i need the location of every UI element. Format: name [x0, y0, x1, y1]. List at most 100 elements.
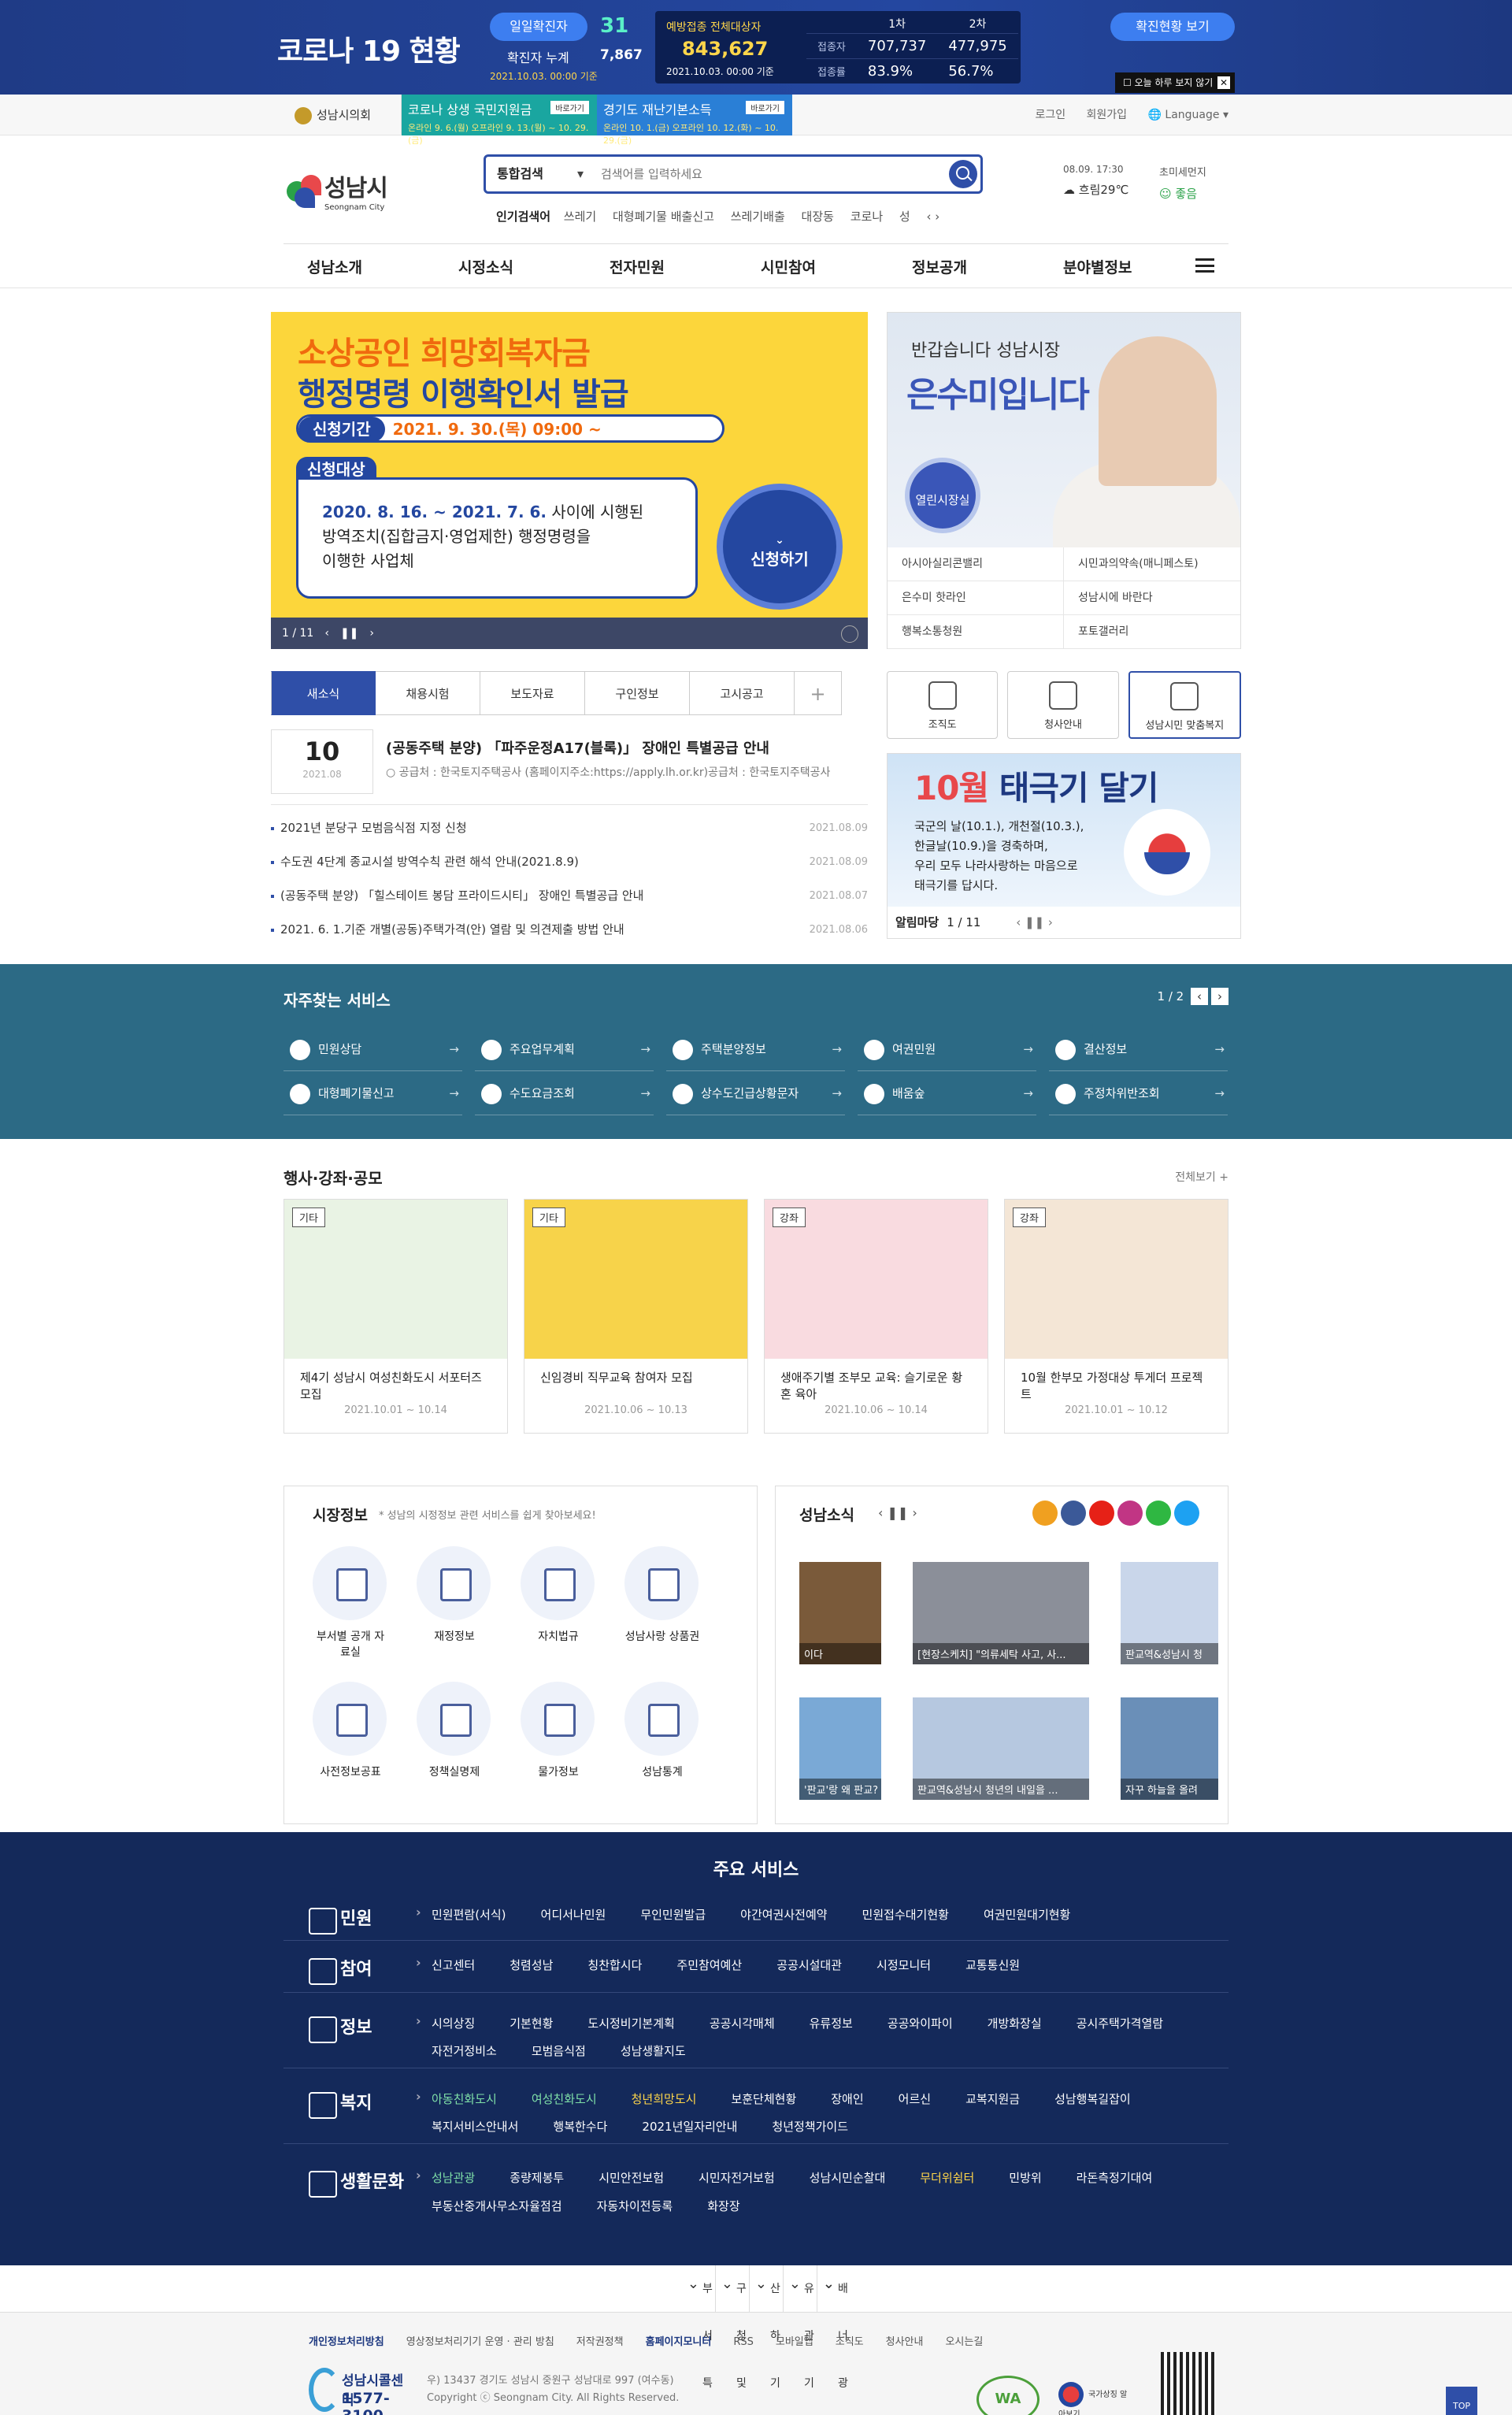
service-link[interactable]: 여권민원대기현황: [984, 1905, 1070, 1940]
service-link[interactable]: 수도요금조회: [475, 1071, 654, 1115]
footer-link[interactable]: RSS: [733, 2336, 754, 2348]
top-button[interactable]: TOP: [1446, 2387, 1477, 2415]
building-guide-button[interactable]: 청사안내: [1007, 671, 1119, 739]
top-news[interactable]: 10 2021.08 (공동주택 분양) 「파주운정A17(블록)」 장애인 특별…: [271, 729, 868, 805]
prev-icon[interactable]: ‹: [1191, 988, 1208, 1005]
service-link[interactable]: 시민자전거보험: [699, 2168, 775, 2196]
service-link[interactable]: 결산정보: [1049, 1027, 1228, 1071]
apply-button[interactable]: ⌄ 신청하기: [717, 484, 843, 610]
event-card[interactable]: 기타 신임경비 직무교육 참여자 모집 2021.10.06 ~ 10.13: [524, 1199, 748, 1434]
service-link[interactable]: 교복지원금: [965, 2089, 1020, 2116]
pause-icon[interactable]: ❚❚: [340, 627, 358, 640]
service-link[interactable]: 주요업무계획: [475, 1027, 654, 1071]
footer-link[interactable]: 청사안내: [886, 2336, 924, 2348]
popular-keyword[interactable]: 코로나: [850, 210, 883, 224]
mayor-office-button[interactable]: 열린시장실: [905, 458, 980, 533]
market-item[interactable]: 사전정보공표: [313, 1682, 388, 1779]
related-site-select[interactable]: 부서특화홈페이지: [682, 2261, 716, 2390]
market-item[interactable]: 정책실명제: [417, 1682, 492, 1779]
service-link[interactable]: 부동산중개사무소자율점검: [432, 2196, 562, 2224]
service-link[interactable]: 장애인: [831, 2089, 863, 2116]
national-symbol-link[interactable]: 국가상징 알아보기: [1058, 2382, 1129, 2415]
service-link[interactable]: 도시정비기본계획: [587, 2013, 674, 2041]
service-link[interactable]: 무더위쉼터: [920, 2168, 974, 2196]
service-link[interactable]: 시정모니터: [876, 1955, 931, 1992]
service-link[interactable]: 주민참여예산: [676, 1955, 742, 1992]
welfare-button[interactable]: 성남시민 맞춤복지: [1128, 671, 1241, 739]
main-banner[interactable]: 소상공인 희망회복자금 행정명령 이행확인서 발급 신청기간 2021. 9. 3…: [271, 312, 868, 649]
sns-post[interactable]: 판교역&성남시 청: [1121, 1562, 1218, 1664]
market-item[interactable]: 자치법규: [521, 1546, 596, 1660]
service-link[interactable]: 교통통신원: [965, 1955, 1020, 1992]
service-link[interactable]: 어디서나민원: [541, 1905, 606, 1940]
sns-post[interactable]: '판교'랑 왜 판교?: [799, 1697, 881, 1800]
service-link[interactable]: 민방위: [1009, 2168, 1041, 2196]
nav-item[interactable]: 분야별정보: [1063, 256, 1214, 277]
service-link[interactable]: 성남관광: [432, 2168, 475, 2196]
tab-news[interactable]: 새소식: [271, 671, 376, 715]
service-link[interactable]: 민원상담: [284, 1027, 462, 1071]
service-link[interactable]: 복지서비스안내서: [432, 2116, 518, 2144]
org-chart-button[interactable]: 조직도: [887, 671, 999, 739]
sns-post[interactable]: [현장스케치] "의류세탁 사고, 사...: [913, 1562, 1089, 1664]
market-item[interactable]: 재정정보: [417, 1546, 492, 1660]
service-link[interactable]: 성남생활지도: [621, 2041, 686, 2068]
service-link[interactable]: 칭찬합시다: [587, 1955, 642, 1992]
service-link[interactable]: 모범음식점: [532, 2041, 586, 2068]
service-link[interactable]: 개방화장실: [988, 2013, 1042, 2041]
sns-post[interactable]: 이다: [799, 1562, 881, 1664]
footer-link[interactable]: 홈페이지모니터: [646, 2336, 712, 2348]
service-link[interactable]: 유류정보: [810, 2013, 853, 2041]
list-item[interactable]: (공동주택 분양) 「힐스테이트 봉담 프라이드시티」 장애인 특별공급 안내 2…: [271, 879, 868, 913]
service-link[interactable]: 배움숲: [858, 1071, 1036, 1115]
mayor-link[interactable]: 은수미 핫라인: [888, 581, 1064, 615]
service-link[interactable]: 공공시각매체: [710, 2013, 775, 2041]
market-item[interactable]: 부서별 공개 자료실: [313, 1546, 388, 1660]
footer-link[interactable]: 영상정보처리기기 운영 · 관리 방침: [406, 2336, 554, 2348]
list-item[interactable]: 2021년 분당구 모범음식점 지정 신청 2021.08.09: [271, 811, 868, 845]
service-link[interactable]: 청렴성남: [510, 1955, 553, 1992]
city-council-link[interactable]: 성남시의회: [284, 95, 402, 135]
service-link[interactable]: 라돈측정기대여: [1077, 2168, 1153, 2196]
close-icon[interactable]: ✕: [1217, 76, 1230, 89]
related-site-select[interactable]: 구청 및 동행정복지센터: [716, 2261, 750, 2390]
banner-plaza-link[interactable]: 배너광장: [817, 2261, 850, 2390]
service-link[interactable]: 기본현황: [510, 2013, 553, 2041]
service-link[interactable]: 여권민원: [858, 1027, 1036, 1071]
news-more-button[interactable]: +: [795, 671, 842, 715]
popular-keyword[interactable]: 대장동: [802, 210, 834, 224]
list-item[interactable]: 수도권 4단계 종교시설 방역수칙 관련 해석 안내(2021.8.9) 2021…: [271, 845, 868, 879]
sns-post[interactable]: 자꾸 하늘을 올려: [1121, 1697, 1218, 1800]
close-today-button[interactable]: ☐ 오늘 하루 보지 않기 ✕: [1115, 72, 1235, 93]
sns-post[interactable]: 판교역&성남시 청년의 내일을 ...: [913, 1697, 1089, 1800]
blog-icon[interactable]: [1032, 1501, 1058, 1526]
mayor-link[interactable]: 성남시에 바란다: [1064, 581, 1240, 615]
popular-keyword[interactable]: 대형폐기물 배출신고: [613, 210, 714, 224]
related-site-select[interactable]: 산하기관 사이트: [750, 2261, 784, 2390]
mayor-link[interactable]: 행복소통청원: [888, 615, 1064, 649]
service-link[interactable]: 청년정책가이드: [772, 2116, 848, 2144]
search-input[interactable]: [601, 161, 916, 187]
service-link[interactable]: 행복한수다: [553, 2116, 607, 2144]
footer-link[interactable]: 저작권정책: [576, 2336, 624, 2348]
service-link[interactable]: 주정차위반조회: [1049, 1071, 1228, 1115]
service-link[interactable]: 야간여권사전예약: [740, 1905, 827, 1940]
prev-icon[interactable]: ‹: [324, 627, 329, 640]
list-icon[interactable]: [841, 625, 858, 643]
mayor-link[interactable]: 시민과의약속(매니페스토): [1064, 547, 1240, 581]
footer-link[interactable]: 개인정보처리방침: [309, 2336, 384, 2348]
popular-nav-icon[interactable]: ‹ ›: [927, 210, 940, 224]
next-icon[interactable]: ›: [1211, 988, 1228, 1005]
sns-nav-icon[interactable]: ‹ ❚❚ ›: [878, 1505, 917, 1520]
event-card[interactable]: 강좌 생애주기별 조부모 교육: 슬기로운 황혼 육아 2021.10.06 ~ 1…: [764, 1199, 988, 1434]
facebook-icon[interactable]: [1061, 1501, 1086, 1526]
covid-status-button[interactable]: 확진현황 보기: [1110, 13, 1235, 41]
notice-banner[interactable]: 10월 태극기 달기 국군의 날(10.1.), 개천절(10.3.), 한글날…: [887, 753, 1241, 939]
service-link[interactable]: 민원편람(서식): [432, 1905, 506, 1940]
service-link[interactable]: 상수도긴급상황문자: [666, 1071, 845, 1115]
seongnam-logo[interactable]: 성남시 Seongnam City: [284, 169, 388, 212]
event-card[interactable]: 기타 제4기 성남시 여성친화도시 서포터즈 모집 2021.10.01 ~ 10.…: [284, 1199, 508, 1434]
nav-item[interactable]: 시정소식: [458, 256, 610, 277]
instagram-icon[interactable]: [1117, 1501, 1143, 1526]
market-item[interactable]: 성남사랑 상품권: [624, 1546, 700, 1660]
